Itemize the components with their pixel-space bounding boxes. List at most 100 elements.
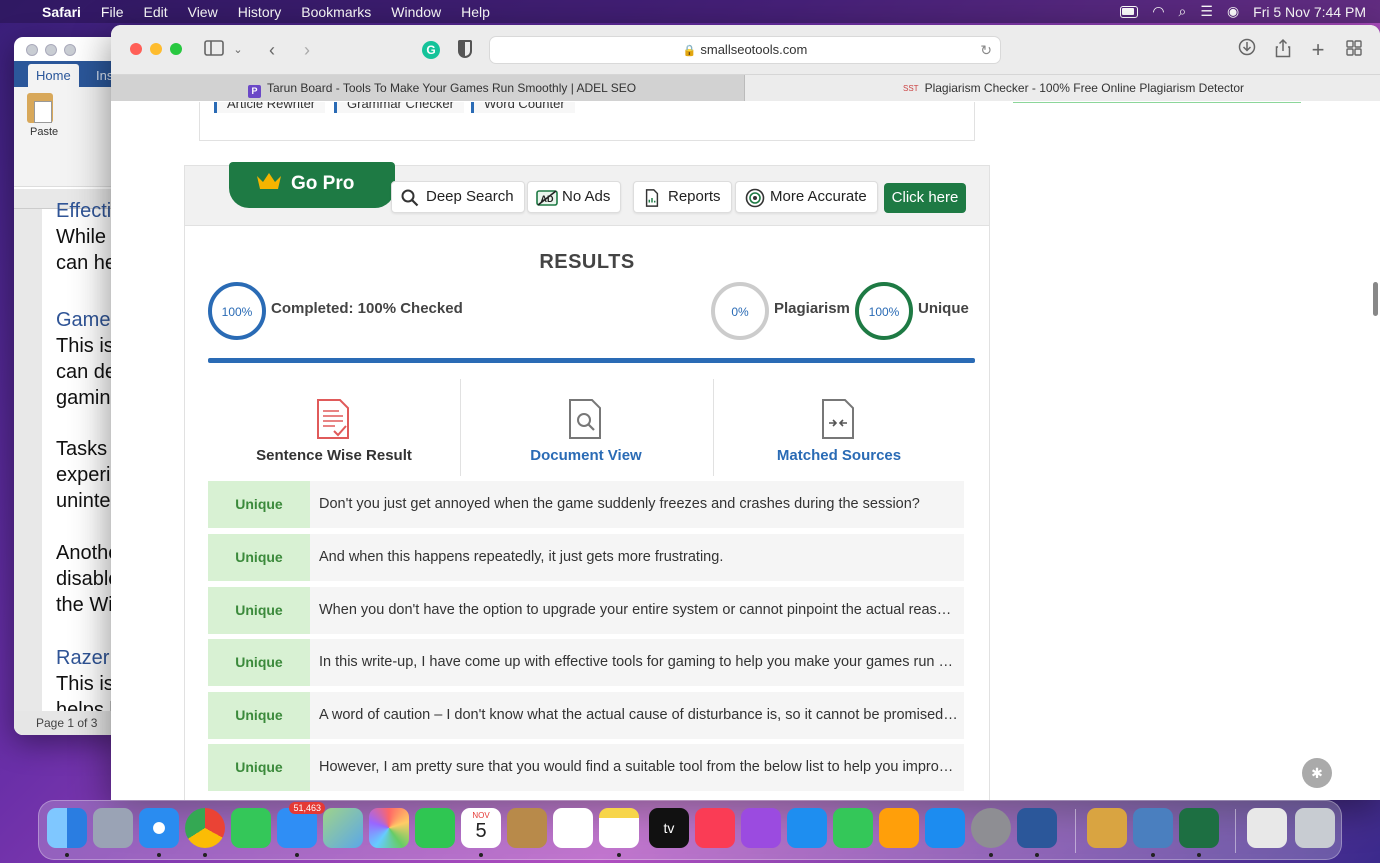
share-icon[interactable] [1273,38,1293,62]
finder-icon[interactable] [47,808,87,848]
menu-bookmarks[interactable]: Bookmarks [291,4,381,20]
privacy-shield-icon[interactable] [458,40,472,58]
apple-tv-icon[interactable]: tv [649,808,689,848]
contacts-icon[interactable] [507,808,547,848]
zoom-button[interactable] [170,43,182,55]
system-preferences-icon[interactable] [971,808,1011,848]
calendar-icon[interactable]: NOV 5 [461,808,501,848]
running-indicator [157,853,161,857]
tab-tarun-board[interactable]: P Tarun Board - Tools To Make Your Games … [111,75,763,101]
numbers-icon[interactable] [833,808,873,848]
reload-icon[interactable]: ↻ [980,37,992,63]
result-row[interactable]: Unique A word of caution – I don't know … [208,692,964,739]
music-icon[interactable] [695,808,735,848]
menu-app-name[interactable]: Safari [40,4,91,20]
back-icon[interactable]: ‹ [262,38,282,62]
battery-icon[interactable] [1120,5,1139,18]
close-button[interactable] [130,43,142,55]
tab-plagiarism-checker[interactable]: SST Plagiarism Checker - 100% Free Online… [745,75,1380,101]
paint-palette-icon[interactable] [1087,808,1127,848]
result-row[interactable]: Unique And when this happens repeatedly,… [208,534,964,581]
go-pro-label: Go Pro [291,173,355,194]
wifi-icon[interactable]: ◠ [1152,0,1164,23]
deep-search-button[interactable]: Deep Search [391,181,525,213]
running-indicator [617,853,621,857]
menu-edit[interactable]: Edit [133,4,177,20]
launchpad-icon[interactable] [93,808,133,848]
more-accurate-button[interactable]: More Accurate [735,181,878,213]
tab-document-view[interactable]: Document View [460,379,712,476]
new-tab-icon[interactable]: + [1308,38,1328,62]
tab-overview-icon[interactable] [1344,38,1364,62]
result-row[interactable]: Unique When you don't have the option to… [208,587,964,634]
tab-label: Plagiarism Checker - 100% Free Online Pl… [924,81,1245,95]
mail-icon[interactable]: 51,463 [277,802,325,848]
menu-file[interactable]: File [91,4,134,20]
pages-icon[interactable] [879,808,919,848]
unique-badge: Unique [208,534,310,581]
unique-label: Unique [918,300,969,317]
tab-matched-sources[interactable]: Matched Sources [713,379,965,476]
sidebar-icon[interactable] [203,38,225,62]
control-center-icon[interactable]: ☰ [1200,0,1213,23]
report-doc-icon [645,189,659,207]
podcasts-icon[interactable] [741,808,781,848]
trash-icon[interactable] [1295,808,1335,848]
chrome-icon[interactable] [185,808,225,848]
unique-badge: Unique [208,587,310,634]
result-row[interactable]: Unique However, I am pretty sure that yo… [208,744,964,791]
unique-badge: Unique [208,692,310,739]
minimize-button[interactable] [150,43,162,55]
downloads-stack-icon[interactable] [1247,808,1287,848]
word-zoom-button[interactable] [64,44,76,56]
keynote-icon[interactable] [787,808,827,848]
menu-help[interactable]: Help [451,4,500,20]
word-traffic-lights [26,44,76,56]
paste-icon[interactable] [27,93,53,123]
word-text-line: Tasks l [56,438,118,460]
link-article-rewriter[interactable]: Article Rewriter [214,102,326,113]
notes-icon[interactable] [599,808,639,848]
no-ads-button[interactable]: AD No Ads [527,181,622,213]
sidebar-ad-border [1013,102,1301,103]
menu-window[interactable]: Window [381,4,451,20]
result-row[interactable]: Unique In this write-up, I have come up … [208,639,964,686]
messages-icon[interactable] [231,808,271,848]
word-minimize-button[interactable] [45,44,57,56]
reports-button[interactable]: Reports [633,181,732,213]
word-close-button[interactable] [26,44,38,56]
word-icon[interactable] [1017,808,1057,848]
quick-links-box: Article Rewriter Grammar Checker Word Co… [199,102,975,141]
address-bar[interactable]: 🔒 smallseotools.com ↻ [489,36,1001,64]
menu-history[interactable]: History [228,4,292,20]
search-icon[interactable]: ⌕ [1179,0,1187,23]
page-content: Article Rewriter Grammar Checker Word Co… [111,102,1380,800]
bug-report-icon[interactable]: ✱ [1302,758,1332,788]
downloads-icon[interactable] [1237,38,1257,62]
result-row[interactable]: Unique Don't you just get annoyed when t… [208,481,964,528]
tab-sentence-wise-result[interactable]: Sentence Wise Result [208,379,460,476]
forward-icon[interactable]: › [297,38,317,62]
mail-badge: 51,463 [289,802,325,814]
click-here-button[interactable]: Click here [884,183,966,213]
grammarly-icon[interactable]: G [422,41,440,59]
maps-icon[interactable] [323,808,363,848]
excel-icon[interactable] [1179,808,1219,848]
menu-view[interactable]: View [178,4,228,20]
go-pro-banner[interactable]: Go Pro [229,162,395,208]
facetime-icon[interactable] [415,808,455,848]
menu-clock[interactable]: Fri 5 Nov 7:44 PM [1253,4,1366,20]
plagiarism-circle: 0% [711,282,769,340]
photos-icon[interactable] [369,808,409,848]
dock: 51,463 NOV 5 tv [38,800,1342,860]
link-word-counter[interactable]: Word Counter [471,102,575,113]
preview-icon[interactable] [1133,808,1173,848]
siri-icon[interactable]: ◉ [1227,0,1239,23]
reminders-icon[interactable] [553,808,593,848]
chevron-down-icon[interactable]: ⌄ [231,38,245,62]
link-grammar-checker[interactable]: Grammar Checker [334,102,464,113]
word-tab-home[interactable]: Home [28,64,79,87]
app-store-icon[interactable] [925,808,965,848]
safari-icon[interactable] [139,808,179,848]
page-scrollbar[interactable] [1373,282,1378,316]
